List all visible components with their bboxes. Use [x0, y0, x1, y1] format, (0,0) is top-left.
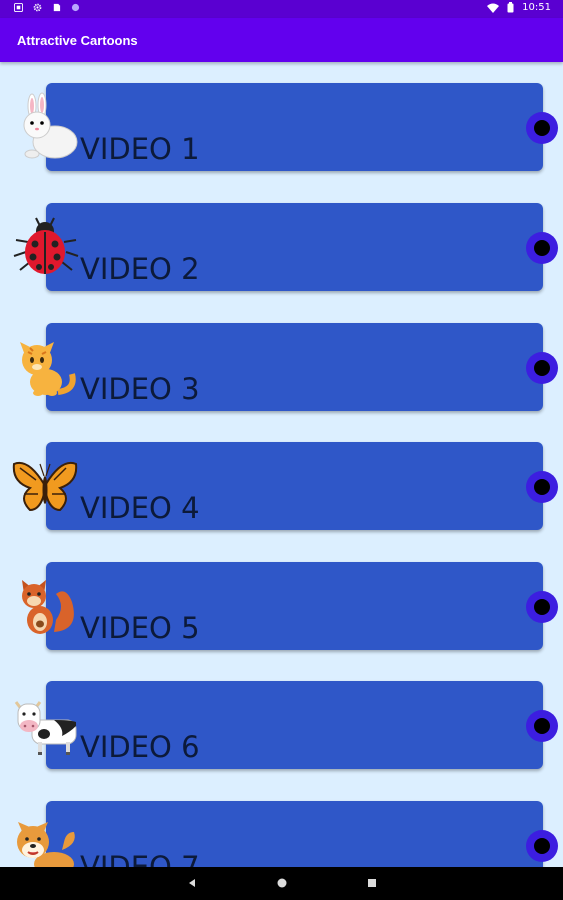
play-dot-icon[interactable] [526, 112, 558, 144]
home-icon[interactable] [275, 876, 289, 890]
video-card-2[interactable]: VIDEO 2 [46, 203, 558, 291]
video-card-7[interactable]: VIDEO 7 [46, 801, 558, 867]
play-dot-icon[interactable] [526, 352, 558, 384]
butterfly-icon [12, 462, 78, 512]
battery-icon [507, 2, 514, 13]
recents-icon[interactable] [365, 876, 379, 890]
status-time: 10:51 [522, 2, 551, 13]
rabbit-icon [23, 92, 78, 159]
play-dot-icon[interactable] [526, 232, 558, 264]
status-bar: 10:51 [0, 0, 563, 18]
play-dot-icon[interactable] [526, 710, 558, 742]
cat-icon [20, 342, 76, 396]
cow-icon [14, 701, 77, 755]
play-dot-icon[interactable] [526, 830, 558, 862]
navigation-bar [0, 867, 563, 900]
notification-icon [14, 3, 23, 12]
wifi-icon [487, 3, 500, 13]
sd-card-icon [53, 3, 61, 12]
circle-notification-icon [71, 3, 80, 12]
play-dot-icon[interactable] [526, 591, 558, 623]
ladybug-icon [13, 217, 79, 274]
video-label: VIDEO 5 [80, 611, 200, 645]
play-dot-icon[interactable] [526, 471, 558, 503]
settings-gear-icon [33, 3, 42, 12]
squirrel-icon [22, 580, 74, 634]
video-label: VIDEO 2 [80, 252, 200, 286]
video-label: VIDEO 7 [80, 850, 200, 867]
video-card-1[interactable]: VIDEO 1 [46, 83, 558, 171]
dog-icon [17, 822, 75, 867]
video-list[interactable]: VIDEO 1 VIDEO 2 VIDEO 3 VIDEO 4 VIDEO 5 … [0, 62, 563, 867]
video-card-6[interactable]: VIDEO 6 [46, 681, 558, 769]
back-icon[interactable] [185, 876, 199, 890]
video-label: VIDEO 1 [80, 132, 200, 166]
video-label: VIDEO 3 [80, 372, 200, 406]
video-card-4[interactable]: VIDEO 4 [46, 442, 558, 530]
app-bar: Attractive Cartoons [0, 18, 563, 62]
video-card-5[interactable]: VIDEO 5 [46, 562, 558, 650]
app-title: Attractive Cartoons [17, 33, 138, 48]
video-label: VIDEO 6 [80, 730, 200, 764]
video-card-3[interactable]: VIDEO 3 [46, 323, 558, 411]
video-label: VIDEO 4 [80, 491, 200, 525]
